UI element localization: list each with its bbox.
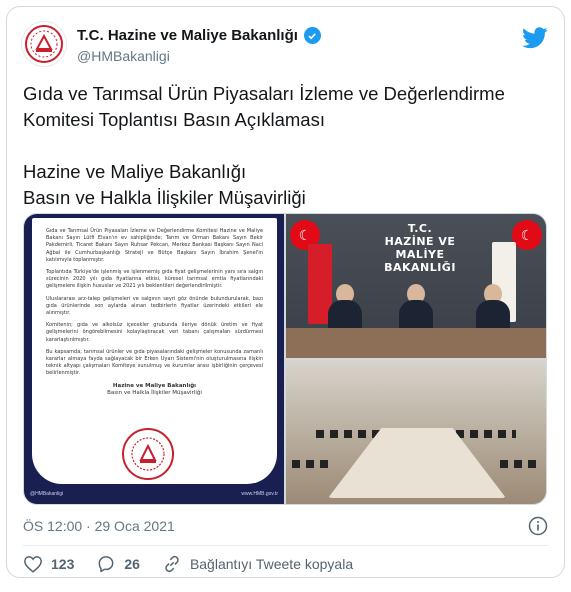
tweet-card[interactable]: T.C. Hazine ve Maliye Bakanlığı @HMBakan…	[6, 6, 565, 578]
press-paragraph: Gıda ve Tarımsal Ürün Piyasaları İzleme …	[46, 228, 263, 263]
link-icon	[165, 555, 179, 573]
meeting-photo-podium[interactable]: ☾ ☾ T.C. HAZİNE VE MALİYE BAKANLIĞI	[286, 214, 546, 358]
action-bar: 123 26 Bağlantıyı Tweete kopyala	[23, 554, 375, 574]
like-button[interactable]: 123	[23, 555, 74, 573]
verified-badge-icon	[303, 27, 321, 44]
ministry-seal-icon	[122, 428, 174, 480]
display-name-text: T.C. Hazine ve Maliye Bakanlığı	[77, 27, 298, 44]
press-release-image[interactable]: Gıda ve Tarımsal Ürün Piyasaları İzleme …	[24, 214, 284, 504]
like-count: 123	[51, 556, 75, 572]
reply-button[interactable]: 26	[96, 554, 140, 574]
twitter-bird-icon[interactable]	[522, 27, 548, 54]
press-paragraph: Komitenin; gıda ve alkolsüz içecekler gr…	[46, 322, 263, 343]
wall-sign-line: BAKANLIĞI	[384, 261, 456, 274]
reply-icon	[98, 556, 114, 573]
account-handle[interactable]: @HMBakanligi	[77, 48, 170, 64]
desk	[286, 328, 546, 358]
ministry-logo-icon	[25, 25, 63, 63]
attendee-row	[292, 460, 332, 468]
divider	[23, 545, 548, 546]
wall-sign-line: HAZİNE VE MALİYE	[384, 235, 456, 261]
reply-count: 26	[124, 556, 140, 572]
press-footer: @HMBakanligi www.HMB.gov.tr	[30, 488, 278, 500]
conference-table	[328, 428, 506, 498]
wall-sign-line: T.C.	[407, 222, 433, 235]
press-footer-handle: @HMBakanligi	[30, 491, 64, 497]
press-paragraph: Uluslararası arz-talep gelişmeleri ve sa…	[46, 295, 263, 317]
press-paragraph: Toplantıda Türkiye'de işlenmiş ve işlenm…	[46, 269, 263, 290]
copy-link-button[interactable]: Bağlantıyı Tweete kopyala	[162, 554, 353, 574]
media-grid[interactable]: Gıda ve Tarımsal Ürün Piyasaları İzleme …	[23, 213, 547, 505]
attendee-row	[500, 460, 540, 468]
press-signature: Hazine ve Maliye Bakanlığı Basın ve Halk…	[46, 383, 263, 398]
tweet-timestamp[interactable]: ÖS 12:00 · 29 Oca 2021	[23, 518, 175, 534]
display-name[interactable]: T.C. Hazine ve Maliye Bakanlığı	[77, 27, 321, 44]
copy-link-label: Bağlantıyı Tweete kopyala	[189, 556, 354, 572]
meeting-photo-table[interactable]	[286, 360, 546, 504]
press-paragraph: Bu kapsamda; tarımsal ürünler ve gıda pi…	[46, 348, 263, 377]
avatar[interactable]	[21, 21, 67, 67]
turkish-flag-roundel-icon: ☾	[512, 220, 542, 250]
info-icon[interactable]	[528, 516, 548, 541]
tweet-text: Gıda ve Tarımsal Ürün Piyasaları İzleme …	[23, 83, 505, 208]
heart-icon	[24, 556, 42, 573]
photo-column: ☾ ☾ T.C. HAZİNE VE MALİYE BAKANLIĞI	[286, 214, 546, 504]
signature-unit: Basın ve Halkla İlişkiler Müşavirliği	[107, 390, 202, 397]
wall-sign: T.C. HAZİNE VE MALİYE BAKANLIĞI	[370, 222, 470, 274]
press-footer-url: www.HMB.gov.tr	[241, 491, 278, 497]
